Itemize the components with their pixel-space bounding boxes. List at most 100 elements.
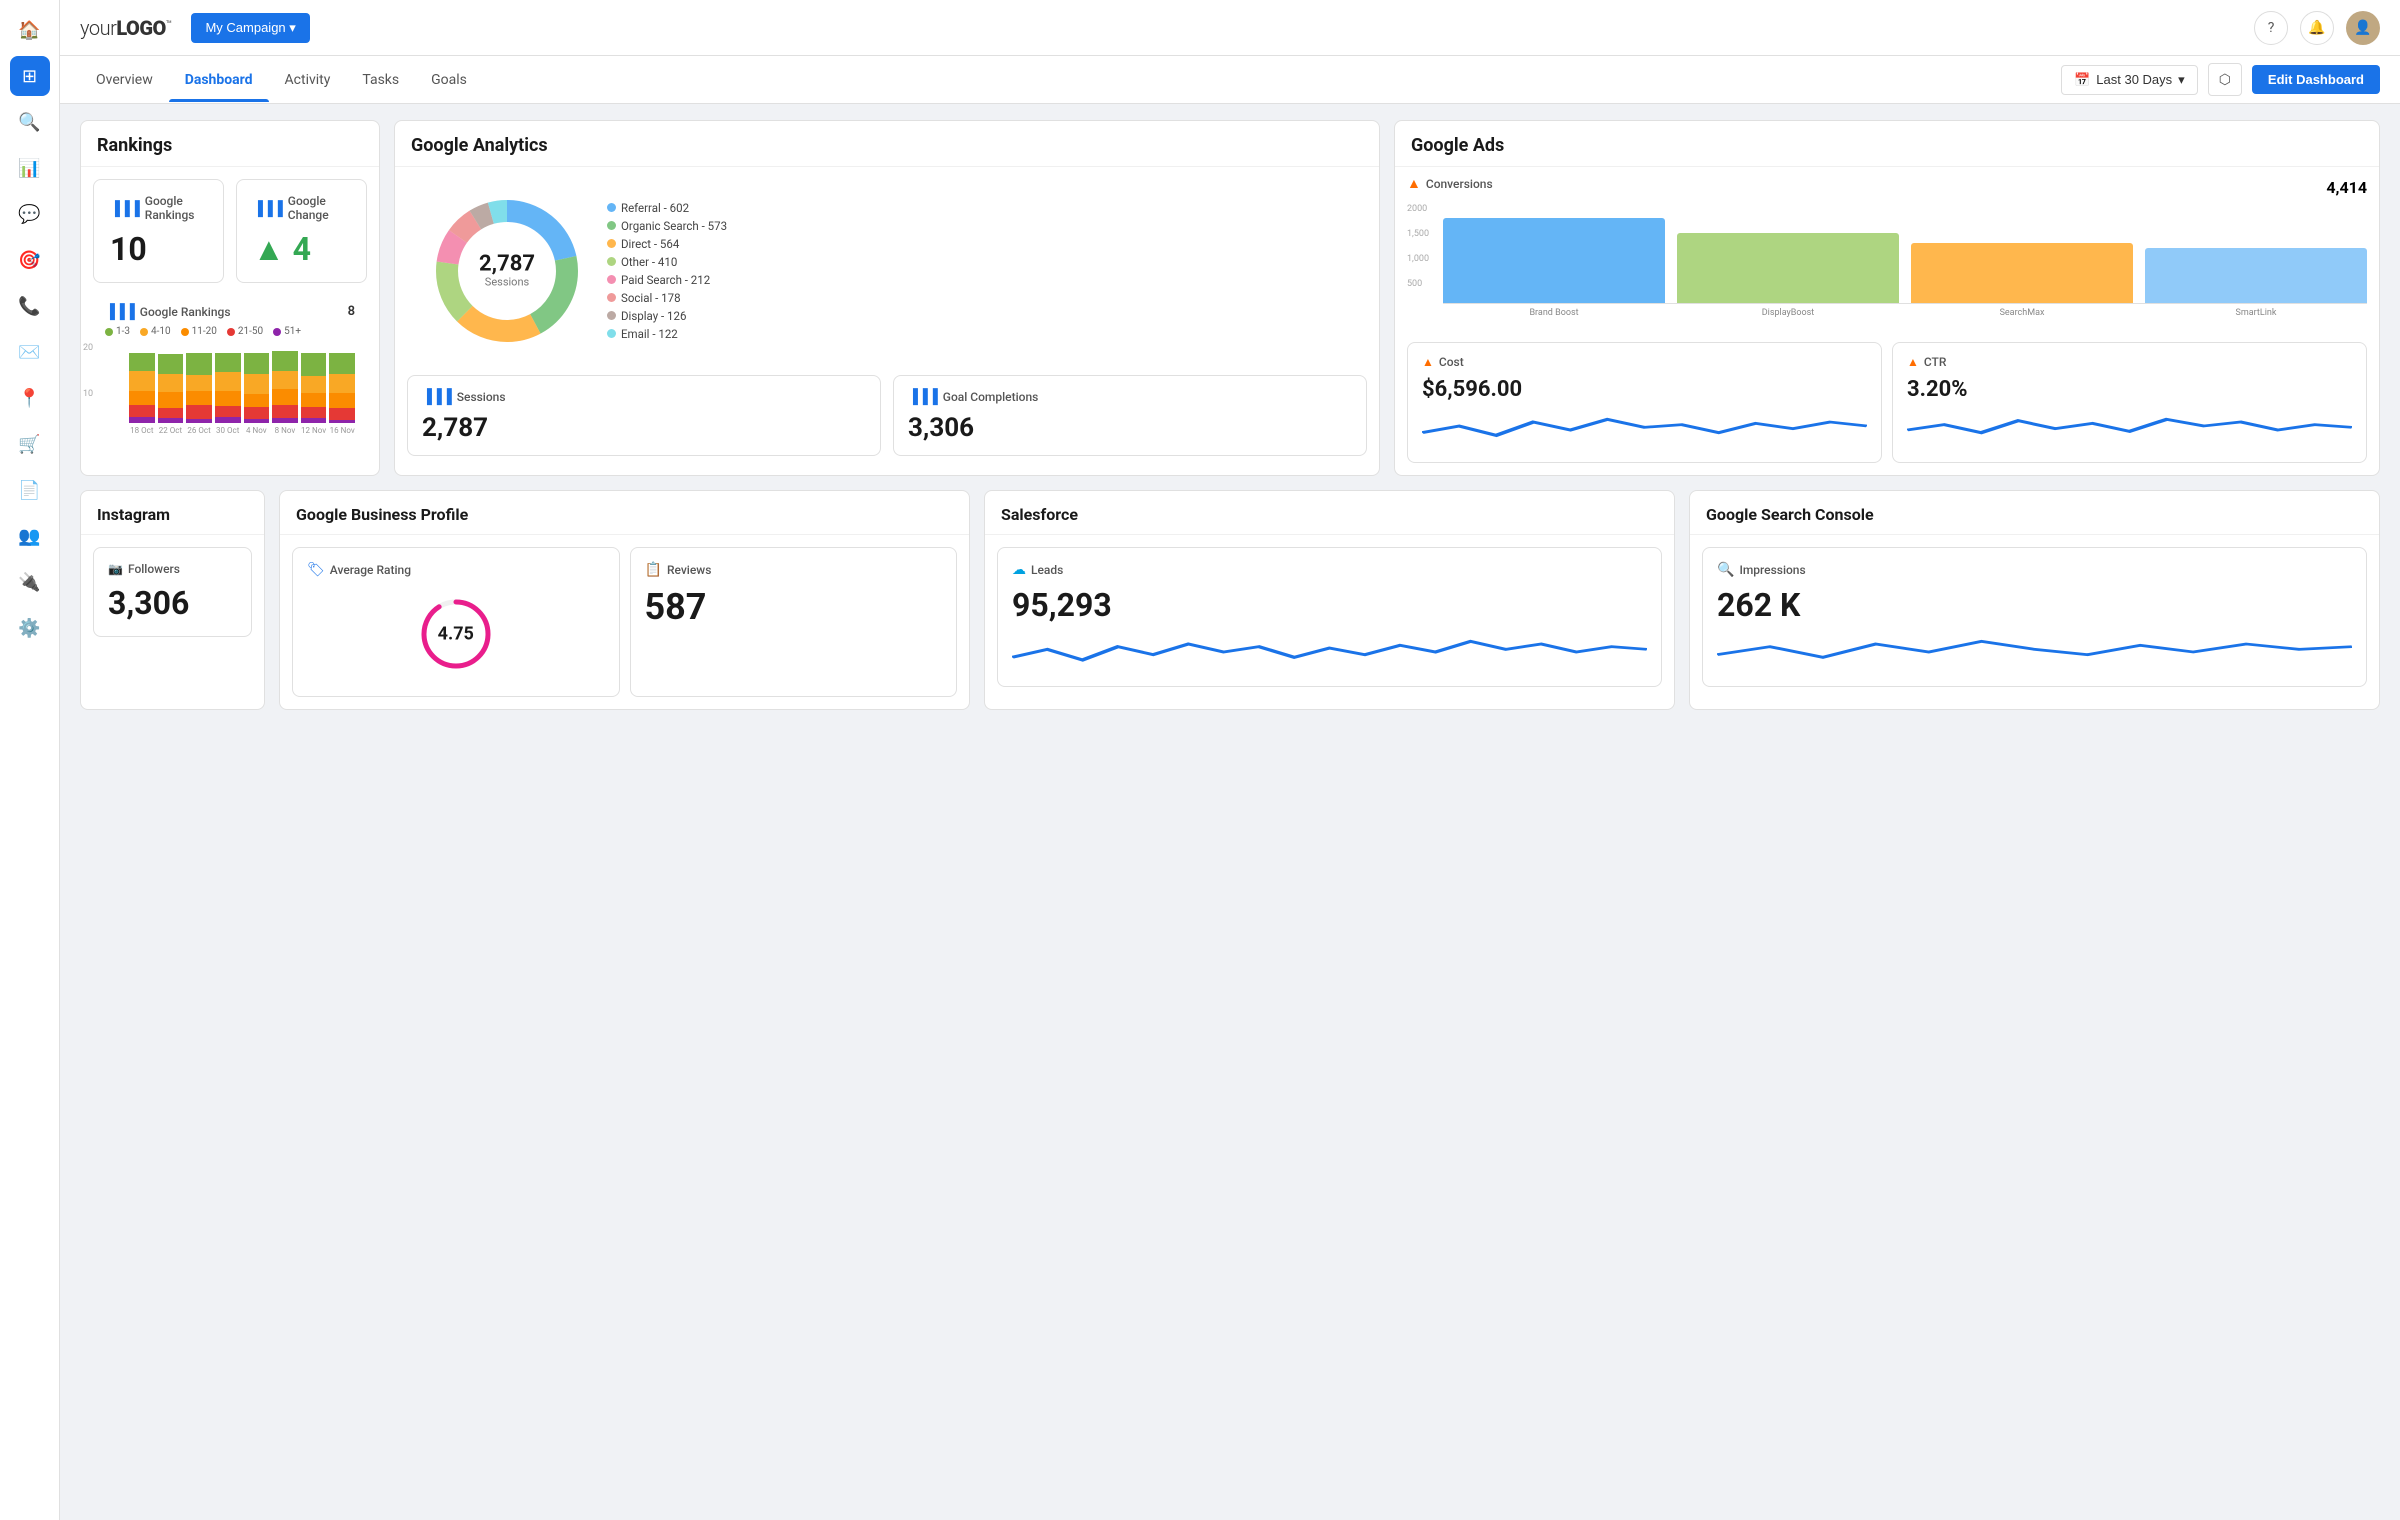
ga-sessions-widget: ▐▐▐ Sessions 2,787 xyxy=(407,375,881,456)
google-rankings-value: 10 xyxy=(110,230,207,268)
sidebar-icon-plugin[interactable]: 🔌 xyxy=(10,562,50,602)
donut-legend: Referral - 602 Organic Search - 573 Dire… xyxy=(607,201,727,341)
instagram-widget: 📷 Followers 3,306 xyxy=(81,535,264,649)
donut-total: 2,787 xyxy=(479,254,535,276)
ads-top: ▲ Conversions 4,414 2000 1,500 1,000 xyxy=(1395,167,2379,334)
topbar: yourLOGO™ My Campaign ▾ ? 🔔 👤 xyxy=(60,0,2400,56)
cost-icon: ▲ xyxy=(1422,355,1434,369)
ctr-icon: ▲ xyxy=(1907,355,1919,369)
conv-bar-2 xyxy=(1677,204,1899,303)
instagram-title: Instagram xyxy=(81,491,264,535)
topbar-right: ? 🔔 👤 xyxy=(2254,11,2380,45)
avatar[interactable]: 👤 xyxy=(2346,11,2380,45)
conv-bars-row xyxy=(1443,204,2367,304)
salesforce-title: Salesforce xyxy=(985,491,1674,535)
stacked-bars xyxy=(129,343,355,423)
logo-bold: LOGO xyxy=(116,16,165,40)
tab-activity[interactable]: Activity xyxy=(269,58,347,102)
google-change-value: ▲ 4 xyxy=(253,230,350,268)
ads-ctr-value: 3.20% xyxy=(1907,377,2352,402)
sidebar-icon-grid[interactable]: ⊞ xyxy=(10,56,50,96)
gauge-container: 4.75 xyxy=(307,586,605,682)
google-change-label: ▐▐▐ Google Change xyxy=(253,194,350,222)
leads-widget: ☁ Leads 95,293 xyxy=(997,547,1662,687)
logo: yourLOGO™ xyxy=(80,16,171,40)
donut-center: 2,787 Sessions xyxy=(479,254,535,289)
ga-goals-value: 3,306 xyxy=(908,413,1352,443)
ads-ctr-widget: ▲ CTR 3.20% xyxy=(1892,342,2367,463)
ads-inner: ▲ Conversions 4,414 2000 1,500 1,000 xyxy=(1395,167,2379,475)
donut-label: Sessions xyxy=(479,276,535,289)
reviews-icon: 📋 xyxy=(645,562,662,578)
tab-tasks[interactable]: Tasks xyxy=(346,58,415,102)
gbp-widgets: 🏷 Average Rating 4.75 xyxy=(280,535,969,709)
rankings-bar-chart: ▐▐▐ Google Rankings 8 1-3 4-10 11-20 21-… xyxy=(93,295,367,439)
ads-conv-icon: ▲ xyxy=(1407,175,1421,192)
conv-bar-3 xyxy=(1911,204,2133,303)
instagram-followers-widget: 📷 Followers 3,306 xyxy=(93,547,252,637)
sidebar-icon-mail[interactable]: ✉️ xyxy=(10,332,50,372)
conv-bar-4 xyxy=(2145,204,2367,303)
campaign-button[interactable]: My Campaign ▾ xyxy=(191,13,309,43)
reviews-widget: 📋 Reviews 587 xyxy=(630,547,958,697)
bar-icon-goals: ▐▐▐ xyxy=(908,388,938,405)
sidebar-icon-chart[interactable]: 📊 xyxy=(10,148,50,188)
ads-conv-value: 4,414 xyxy=(2326,178,2367,197)
edit-dashboard-button[interactable]: Edit Dashboard xyxy=(2252,65,2380,94)
conv-bar-chart: 2000 1,500 1,000 500 xyxy=(1407,204,2367,334)
nav-right: 📅 Last 30 Days ▾ ⬡ Edit Dashboard xyxy=(2061,63,2380,96)
help-button[interactable]: ? xyxy=(2254,11,2288,45)
share-button[interactable]: ⬡ xyxy=(2208,63,2242,96)
gbp-section: Google Business Profile 🏷 Average Rating xyxy=(279,490,970,710)
rating-gauge: 4.75 xyxy=(416,594,496,674)
ads-cost-widget: ▲ Cost $6,596.00 xyxy=(1407,342,1882,463)
rankings-title: Rankings xyxy=(81,121,379,167)
salesforce-leads-value: 95,293 xyxy=(1012,586,1647,624)
gbp-rating-icon: 🏷 xyxy=(307,562,325,578)
sidebar-icon-cart[interactable]: 🛒 xyxy=(10,424,50,464)
chevron-down-icon: ▾ xyxy=(2178,72,2185,88)
sidebar-icon-target[interactable]: 🎯 xyxy=(10,240,50,280)
logo-tm: ™ xyxy=(166,19,172,30)
share-icon: ⬡ xyxy=(2219,71,2231,87)
avg-rating-widget: 🏷 Average Rating 4.75 xyxy=(292,547,620,697)
rankings-legend: 1-3 4-10 11-20 21-50 51+ xyxy=(105,326,355,337)
notifications-button[interactable]: 🔔 xyxy=(2300,11,2334,45)
sidebar-icon-search[interactable]: 🔍 xyxy=(10,102,50,142)
rankings-top-row: ▐▐▐ Google Rankings 10 ▐▐▐ Google Change xyxy=(93,179,367,283)
sidebar-icon-doc[interactable]: 📄 xyxy=(10,470,50,510)
instagram-section: Instagram 📷 Followers 3,306 xyxy=(80,490,265,710)
impressions-widget: 🔍 Impressions 262 K xyxy=(1702,547,2367,687)
main-area: yourLOGO™ My Campaign ▾ ? 🔔 👤 Overview D… xyxy=(60,0,2400,1520)
ga-sessions-area: 2,787 Sessions Referral - 602 Organic Se… xyxy=(395,167,1379,375)
sidebar-icon-settings[interactable]: ⚙️ xyxy=(10,608,50,648)
cost-sparkline xyxy=(1422,406,1867,446)
instagram-icon: 📷 xyxy=(108,562,123,576)
sidebar-icon-location[interactable]: 📍 xyxy=(10,378,50,418)
tab-goals[interactable]: Goals xyxy=(415,58,483,102)
tab-overview[interactable]: Overview xyxy=(80,58,169,102)
bar-icon-sessions: ▐▐▐ xyxy=(422,388,452,405)
rankings-section: Rankings ▐▐▐ Google Rankings 10 xyxy=(80,120,380,476)
salesforce-section: Salesforce ☁ Leads 95,293 xyxy=(984,490,1675,710)
ads-cost-value: $6,596.00 xyxy=(1422,377,1867,402)
ga-sessions-value: 2,787 xyxy=(422,413,866,443)
calendar-icon: 📅 xyxy=(2074,72,2090,88)
gbp-title: Google Business Profile xyxy=(280,491,969,535)
salesforce-icon: ☁ xyxy=(1012,562,1026,578)
bar-chart-icon-3: ▐▐▐ xyxy=(105,303,135,320)
gsc-title: Google Search Console xyxy=(1690,491,2379,535)
nav-tabs: Overview Dashboard Activity Tasks Goals … xyxy=(60,56,2400,104)
conv-bar-1 xyxy=(1443,204,1665,303)
sidebar-icon-chat[interactable]: 💬 xyxy=(10,194,50,234)
ads-bottom-row: ▲ Cost $6,596.00 ▲ CTR xyxy=(1395,334,2379,475)
sidebar-icon-phone[interactable]: 📞 xyxy=(10,286,50,326)
gsc-icon: 🔍 xyxy=(1717,562,1734,578)
conv-y-axis: 2000 1,500 1,000 500 xyxy=(1407,204,1429,304)
date-filter-button[interactable]: 📅 Last 30 Days ▾ xyxy=(2061,65,2198,95)
gsc-section: Google Search Console 🔍 Impressions 262 … xyxy=(1689,490,2380,710)
sidebar-icon-users[interactable]: 👥 xyxy=(10,516,50,556)
sidebar-icon-home[interactable]: 🏠 xyxy=(10,10,50,50)
tab-dashboard[interactable]: Dashboard xyxy=(169,58,269,102)
gsc-widgets: 🔍 Impressions 262 K xyxy=(1690,535,2379,699)
